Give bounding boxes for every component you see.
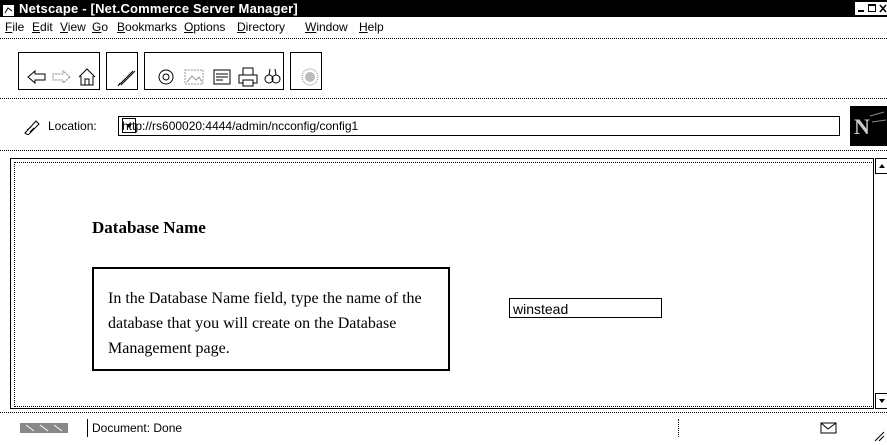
bookmark-quickfile-icon[interactable]: [22, 117, 42, 140]
info-box: In the Database Name field, type the nam…: [92, 267, 450, 371]
scroll-down-icon[interactable]: [875, 393, 887, 409]
title-bar: Netscape - [Net.Commerce Server Manager]: [0, 0, 887, 17]
status-text: Document: Done: [87, 419, 682, 437]
app-icon: [3, 3, 14, 16]
page-button-group: [144, 52, 284, 90]
location-url: http://rs600020:4444/admin/ncconfig/conf…: [122, 119, 359, 133]
info-text: In the Database Name field, type the nam…: [108, 290, 422, 357]
separator: [0, 38, 887, 39]
location-bar: Location: http://rs600020:4444/admin/ncc…: [0, 106, 887, 146]
menu-help[interactable]: Help: [359, 19, 384, 35]
close-button[interactable]: [877, 2, 887, 15]
separator: [0, 412, 887, 413]
nav-button-group: [18, 52, 100, 90]
status-progress: [678, 419, 805, 437]
resize-grip-icon[interactable]: [872, 429, 885, 445]
menu-view[interactable]: View: [60, 19, 86, 35]
scroll-up-icon[interactable]: [875, 158, 887, 174]
edit-button[interactable]: [106, 52, 138, 90]
database-name-input[interactable]: winstead: [509, 298, 662, 318]
menu-edit[interactable]: Edit: [32, 19, 53, 35]
menu-window[interactable]: Window: [305, 19, 348, 35]
separator: [0, 150, 887, 151]
vertical-scrollbar[interactable]: [873, 158, 887, 409]
chevron-down-icon[interactable]: [122, 118, 136, 133]
stop-button[interactable]: [290, 52, 322, 90]
netscape-logo[interactable]: N: [850, 106, 887, 146]
menu-go[interactable]: Go: [92, 19, 108, 35]
status-bar: Document: Done: [0, 416, 887, 444]
menu-bar: File Edit View Go Bookmarks Options Dire…: [0, 17, 887, 37]
window-title: Netscape - [Net.Commerce Server Manager]: [19, 1, 298, 16]
menu-bookmarks[interactable]: Bookmarks: [117, 19, 177, 35]
separator: [0, 98, 887, 99]
page-heading: Database Name: [92, 218, 206, 237]
location-input[interactable]: http://rs600020:4444/admin/ncconfig/conf…: [118, 116, 840, 136]
security-key-icon: [20, 421, 70, 438]
menu-options[interactable]: Options: [184, 19, 225, 35]
location-label: Location:: [48, 119, 97, 133]
menu-file[interactable]: File: [5, 19, 24, 35]
svg-text:N: N: [854, 114, 870, 139]
menu-directory[interactable]: Directory: [237, 19, 285, 35]
mail-icon[interactable]: [820, 421, 838, 438]
